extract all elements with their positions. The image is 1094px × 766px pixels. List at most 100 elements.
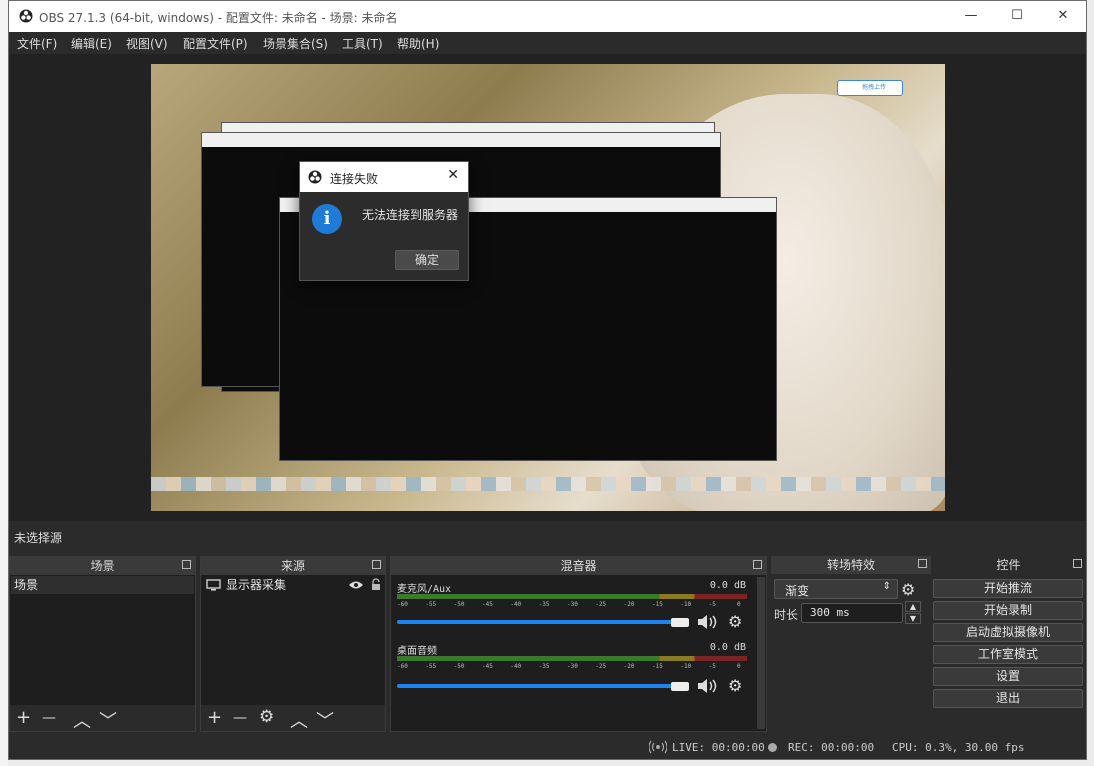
start-recording-button[interactable]: 开始录制 xyxy=(933,601,1083,620)
visibility-eye-icon[interactable] xyxy=(348,580,364,590)
meter-tick-label: -45 xyxy=(482,601,493,608)
studio-mode-button[interactable]: 工作室模式 xyxy=(933,645,1083,664)
mixer-track-db: 0.0 dB xyxy=(709,580,746,591)
audio-level-meter xyxy=(397,594,747,599)
dialog-title: 连接失败 xyxy=(330,172,379,186)
meter-tick-label: -5 xyxy=(708,601,716,608)
menu-tools[interactable]: 工具(T) xyxy=(342,35,383,52)
meter-tick-label: -60 xyxy=(397,663,408,670)
remove-scene-button[interactable]: — xyxy=(42,710,56,726)
move-scene-up-button[interactable]: ︿ xyxy=(73,707,91,733)
minimize-button[interactable]: — xyxy=(948,1,994,32)
settings-button[interactable]: 设置 xyxy=(933,667,1083,686)
monitor-icon xyxy=(206,579,221,591)
meter-tick-label: -40 xyxy=(510,601,522,608)
menu-file[interactable]: 文件(F) xyxy=(17,35,57,52)
meter-tick-label: -30 xyxy=(567,663,578,670)
meter-tick-label: -15 xyxy=(652,663,663,670)
scene-item[interactable]: 场景 xyxy=(11,576,194,594)
move-scene-down-button[interactable]: ﹀ xyxy=(99,707,117,733)
scenes-dock: 场景 场景 + — ︿ ﹀ xyxy=(9,556,196,732)
close-button[interactable]: ✕ xyxy=(1040,1,1086,32)
undock-icon[interactable] xyxy=(372,560,381,569)
rec-timer: REC: 00:00:00 xyxy=(788,741,875,754)
remove-source-button[interactable]: — xyxy=(233,710,247,726)
source-item[interactable]: 显示器采集 xyxy=(202,576,384,594)
meter-tick-label: -50 xyxy=(453,601,465,608)
meter-tick-label: 0 xyxy=(737,663,741,670)
undock-icon[interactable] xyxy=(753,560,762,569)
sources-dock: 来源 显示器采集 + — ⚙ ︿ ﹀ xyxy=(200,556,386,732)
sources-dock-header: 来源 xyxy=(201,557,385,575)
preview-area[interactable]: 拖拽上传 连接失败 ✕ i 无法连接到服务器 确定 xyxy=(9,54,1086,521)
start-virtual-camera-button[interactable]: 启动虚拟摄像机 xyxy=(933,623,1083,642)
connection-failed-dialog: 连接失败 ✕ i 无法连接到服务器 确定 xyxy=(299,161,469,281)
meter-tick-label: 0 xyxy=(737,601,741,608)
lock-icon[interactable] xyxy=(371,578,381,591)
no-source-selected-label: 未选择源 xyxy=(14,531,63,545)
menu-help[interactable]: 帮助(H) xyxy=(397,35,439,52)
source-properties-gear-icon[interactable]: ⚙ xyxy=(259,707,274,727)
duration-up-icon[interactable]: ▲ xyxy=(905,601,921,612)
move-source-up-button[interactable]: ︿ xyxy=(290,707,308,733)
mixer-track-name: 麦克风/Aux xyxy=(397,584,452,595)
meter-tick-label: -45 xyxy=(482,663,493,670)
duration-down-icon[interactable]: ▼ xyxy=(905,613,921,624)
meter-tick-label: -55 xyxy=(425,601,437,608)
source-toolbar: 未选择源 xyxy=(9,521,1086,551)
meter-tick-label: -40 xyxy=(510,663,522,670)
live-timer: LIVE: 00:00:00 xyxy=(672,741,765,754)
scenes-toolbar: + — ︿ ﹀ xyxy=(10,705,195,733)
volume-slider[interactable] xyxy=(397,620,687,624)
info-icon: i xyxy=(312,204,342,234)
add-source-button[interactable]: + xyxy=(207,707,222,728)
meter-tick-label: -15 xyxy=(652,601,663,608)
move-source-down-button[interactable]: ﹀ xyxy=(316,707,334,733)
audio-level-meter xyxy=(397,656,747,661)
undock-icon[interactable] xyxy=(182,560,191,569)
meter-tick-label: -55 xyxy=(425,663,437,670)
mixer-settings-gear-icon[interactable]: ⚙ xyxy=(728,612,742,631)
mixer-dock-header: 混音器 xyxy=(391,557,766,575)
add-scene-button[interactable]: + xyxy=(16,707,31,728)
mixer-settings-gear-icon[interactable]: ⚙ xyxy=(728,676,742,695)
start-streaming-button[interactable]: 开始推流 xyxy=(933,579,1083,598)
volume-slider-knob[interactable] xyxy=(671,618,689,627)
menu-scene-collection[interactable]: 场景集合(S) xyxy=(263,35,328,52)
duration-input[interactable]: 300 ms xyxy=(801,603,903,623)
meter-tick-label: -50 xyxy=(453,663,465,670)
maximize-button[interactable]: ☐ xyxy=(994,1,1040,32)
dialog-close-icon[interactable]: ✕ xyxy=(447,167,459,183)
title-bar: OBS 27.1.3 (64-bit, windows) - 配置文件: 未命名… xyxy=(9,1,1086,32)
transitions-dock: 转场特效 渐变 ⇕ ⚙ 时长 300 ms ▲ ▼ xyxy=(771,556,931,732)
menu-edit[interactable]: 编辑(E) xyxy=(71,35,112,52)
volume-slider-knob[interactable] xyxy=(671,682,689,691)
preview-upload-badge: 拖拽上传 xyxy=(837,80,903,96)
menu-profile[interactable]: 配置文件(P) xyxy=(183,35,248,52)
rec-indicator-icon xyxy=(768,743,777,752)
dialog-ok-button[interactable]: 确定 xyxy=(395,250,459,270)
speaker-icon[interactable] xyxy=(696,677,720,695)
source-item-label: 显示器采集 xyxy=(226,578,287,592)
menu-view[interactable]: 视图(V) xyxy=(126,35,168,52)
meter-tick-label: -60 xyxy=(397,601,408,608)
controls-dock-header: 控件 xyxy=(931,556,1086,574)
mixer-track-name: 桌面音频 xyxy=(397,646,437,657)
status-bar: LIVE: 00:00:00 REC: 00:00:00 CPU: 0.3%, … xyxy=(9,737,1086,759)
obs-window: OBS 27.1.3 (64-bit, windows) - 配置文件: 未命名… xyxy=(8,0,1087,760)
transition-settings-gear-icon[interactable]: ⚙ xyxy=(901,580,915,599)
preview-canvas: 拖拽上传 xyxy=(151,64,945,511)
preview-taskbar-blur xyxy=(151,477,945,491)
window-title: OBS 27.1.3 (64-bit, windows) - 配置文件: 未命名… xyxy=(39,11,398,25)
transition-select[interactable]: 渐变 ⇕ xyxy=(774,579,898,599)
undock-icon[interactable] xyxy=(918,559,927,568)
meter-tick-label: -30 xyxy=(567,601,578,608)
obs-logo-icon xyxy=(19,9,33,23)
mixer-scrollbar[interactable] xyxy=(757,577,765,729)
exit-button[interactable]: 退出 xyxy=(933,689,1083,708)
volume-slider[interactable] xyxy=(397,684,687,688)
undock-icon[interactable] xyxy=(1073,559,1082,568)
speaker-icon[interactable] xyxy=(696,613,720,631)
live-broadcast-icon xyxy=(649,740,667,754)
transition-selected-value: 渐变 xyxy=(785,584,810,598)
